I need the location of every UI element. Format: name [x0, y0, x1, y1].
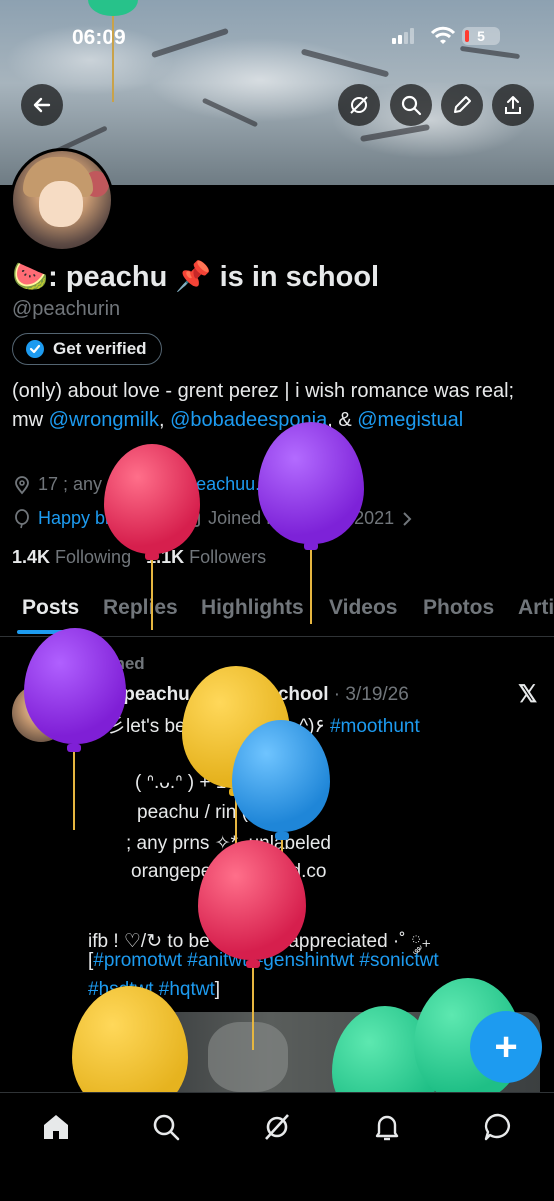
mention-link[interactable]: @wrongmilk [49, 409, 159, 431]
grok-icon [350, 96, 368, 114]
get-verified-label: Get verified [53, 339, 147, 358]
grok-icon[interactable] [261, 1111, 293, 1143]
balloon [198, 840, 306, 960]
handle: @peachurin [12, 298, 121, 320]
wifi-icon [430, 26, 456, 44]
bio-separator: , [159, 409, 171, 431]
tab-photos[interactable]: Photos [423, 596, 494, 620]
tab-highlights[interactable]: Highlights [201, 596, 304, 620]
hashtag-link[interactable]: #moothunt [330, 716, 420, 737]
status-time: 06:09 [72, 26, 126, 49]
cellular-signal-icon [392, 28, 414, 44]
search-button[interactable] [390, 84, 432, 126]
edit-button[interactable] [441, 84, 483, 126]
grok-button[interactable] [338, 84, 380, 126]
compose-button[interactable]: + [470, 1011, 542, 1083]
balloon [258, 422, 364, 544]
tweet-date[interactable]: · 3/19/26 [334, 684, 409, 705]
location-pin-icon [15, 475, 29, 494]
share-button[interactable] [492, 84, 534, 126]
search-icon[interactable] [150, 1111, 182, 1143]
status-bar: 06:09 5 [0, 22, 554, 52]
balloon-icon [15, 508, 29, 528]
tab-replies[interactable]: Replies [103, 596, 178, 620]
search-icon [401, 95, 422, 116]
messages-icon[interactable] [482, 1111, 514, 1143]
following-link[interactable]: 1.4K Following [12, 547, 131, 567]
get-verified-button[interactable]: Get verified [12, 333, 162, 365]
battery-indicator: 5 [462, 27, 500, 45]
home-icon[interactable] [40, 1111, 72, 1143]
tab-articles[interactable]: Arti [518, 596, 554, 620]
x-logo-icon: 𝕏 [518, 681, 538, 708]
back-button[interactable] [21, 84, 63, 126]
verified-badge-icon [26, 340, 44, 358]
notifications-bell-icon[interactable] [371, 1111, 403, 1143]
mention-link[interactable]: @megistual [357, 409, 463, 431]
bottom-navigation [0, 1092, 554, 1201]
balloon [232, 720, 330, 832]
share-icon [505, 96, 521, 114]
balloon [24, 628, 126, 744]
balloon [104, 444, 200, 554]
profile-avatar[interactable] [10, 148, 114, 252]
arrow-left-icon [33, 97, 51, 113]
pencil-icon [454, 96, 471, 113]
display-name: 🍉: peachu 📌 is in school [12, 261, 380, 293]
bio: (only) about love - grent perez | i wish… [12, 377, 542, 435]
tab-posts[interactable]: Posts [22, 596, 79, 620]
chevron-right-icon[interactable] [400, 511, 414, 527]
tab-videos[interactable]: Videos [329, 596, 397, 620]
